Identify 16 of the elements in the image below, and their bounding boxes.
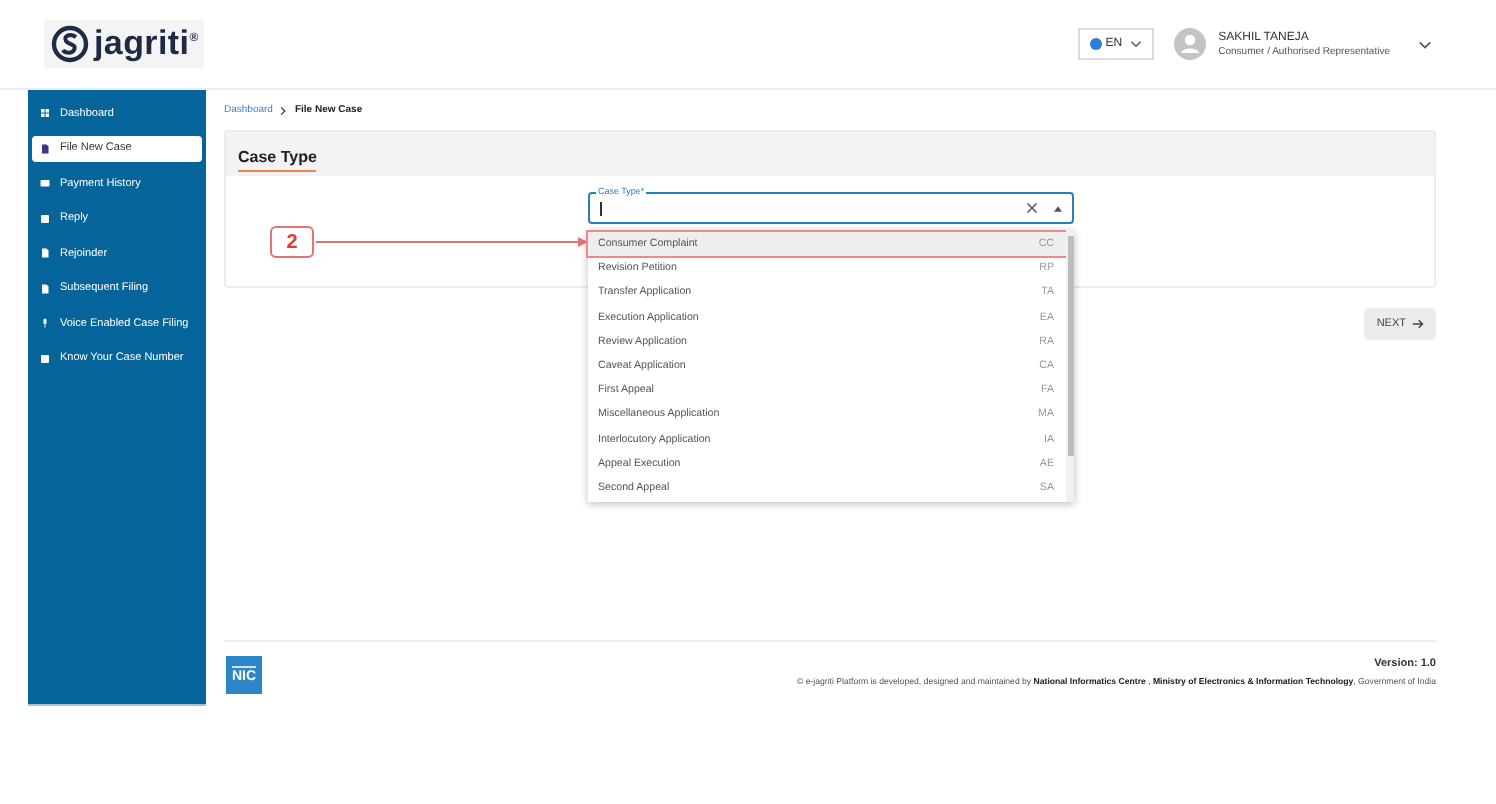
logo-text: jagriti$^{®}$ [94,24,199,64]
card-icon [40,178,50,188]
card-title: Case Type [238,147,317,171]
document-icon [40,143,50,153]
chevron-down-icon[interactable] [1418,39,1432,49]
arrow-right-icon [1412,318,1424,330]
logo-icon [50,24,90,64]
chevron-down-icon [1130,40,1143,48]
scrollbar[interactable] [1066,230,1074,502]
document-icon [40,248,50,258]
grid-icon [40,108,50,118]
close-icon[interactable] [1026,202,1038,214]
chevron-right-icon [280,105,287,115]
document-icon [40,283,50,293]
callout-badge: 2 [270,226,314,258]
triangle-icon[interactable] [1054,205,1062,211]
